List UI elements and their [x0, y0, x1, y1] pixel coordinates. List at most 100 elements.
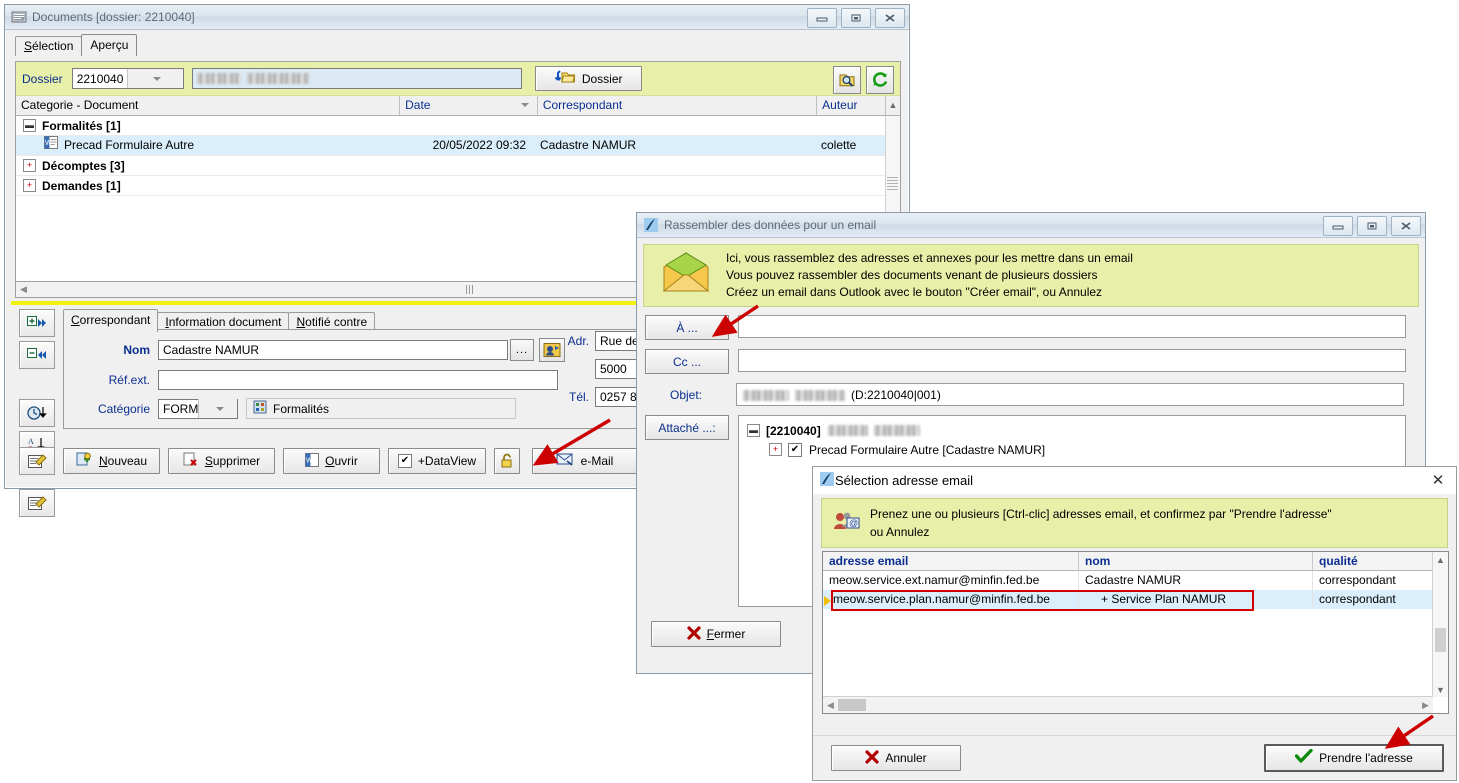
maximize-button[interactable]	[841, 8, 871, 28]
fermer-button[interactable]: Fermer	[651, 621, 781, 647]
green-check-icon	[1294, 748, 1313, 767]
supprimer-label: Supprimer	[204, 454, 261, 468]
column-header-date[interactable]: Date	[400, 96, 538, 115]
address-table-hscrollbar[interactable]: ◀ ▶	[823, 696, 1433, 713]
tab-selection[interactable]: SSélectionélection	[15, 36, 83, 56]
column-header-nom[interactable]: nom	[1079, 552, 1313, 570]
sort-descending-icon	[520, 103, 529, 107]
minimize-button[interactable]	[807, 8, 837, 28]
nom-label: Nom	[123, 343, 150, 357]
expand-icon[interactable]: +	[23, 159, 36, 172]
expand-icon[interactable]: +	[23, 179, 36, 192]
dataview-checkbox[interactable]: ✔	[397, 454, 412, 468]
annuler-button[interactable]: Annuler	[831, 745, 961, 771]
email-button[interactable]: e-Mail	[532, 448, 637, 474]
document-date: 20/05/2022 09:32	[432, 138, 526, 152]
address-titlebar[interactable]: Sélection adresse email ✕	[813, 467, 1456, 494]
expand-all-icon[interactable]	[19, 309, 55, 337]
sort-by-date-icon[interactable]	[19, 399, 55, 427]
table-row[interactable]: W Precad Formulaire Autre 20/05/2022 09:…	[16, 136, 900, 156]
supprimer-button[interactable]: Supprimer	[168, 448, 275, 474]
collapse-icon[interactable]: ▬	[747, 424, 760, 437]
gather-info-band: Ici, vous rassemblez des adresses et ann…	[643, 244, 1419, 307]
chevron-down-icon[interactable]	[198, 399, 237, 418]
scroll-left-icon[interactable]: ◀	[823, 698, 838, 713]
objet-input[interactable]: (D:2210040|001)	[736, 383, 1404, 406]
prendre-adresse-label: Prendre l'adresse	[1319, 751, 1413, 765]
scrollbar-thumb[interactable]	[838, 699, 866, 711]
table-row[interactable]: + Décomptes [3]	[16, 156, 900, 176]
column-header-date-label: Date	[405, 98, 431, 112]
close-button[interactable]	[875, 8, 905, 28]
chevron-down-icon[interactable]	[127, 69, 183, 88]
nom-browse-button[interactable]: ...	[510, 339, 534, 361]
column-header-qualite[interactable]: qualité	[1313, 552, 1435, 570]
column-header-categorie[interactable]: Categorie - Document	[16, 96, 401, 115]
email-label: e-Mail	[580, 454, 614, 468]
nouveau-button[interactable]: Nouveau	[63, 448, 160, 474]
dossier-name-field[interactable]	[191, 68, 522, 89]
redacted-text	[795, 390, 845, 401]
prendre-adresse-button[interactable]: Prendre l'adresse	[1264, 744, 1444, 772]
edit-note-icon[interactable]	[19, 489, 55, 517]
attachment-checkbox[interactable]: ✔	[788, 442, 802, 457]
attache-button[interactable]: Attaché ...:	[645, 415, 729, 440]
dataview-checkbox-button[interactable]: ✔ +DataView	[388, 448, 486, 474]
documents-titlebar[interactable]: Documents [dossier: 2210040]	[5, 5, 909, 30]
magnifier-folder-icon[interactable]	[833, 66, 861, 94]
categorie-display: Formalités	[246, 398, 516, 419]
scroll-left-icon[interactable]: ◀	[16, 282, 31, 297]
unlock-icon[interactable]	[494, 448, 520, 474]
gather-titlebar[interactable]: Rassembler des données pour un email	[637, 213, 1425, 238]
to-input[interactable]	[738, 315, 1406, 338]
categorie-combo[interactable]: FORM	[158, 398, 238, 419]
address-table-vscrollbar[interactable]: ▲ ▼	[1432, 552, 1448, 697]
minimize-button[interactable]	[1323, 216, 1353, 236]
tab-apercu[interactable]: Aperçu	[81, 34, 138, 56]
collapse-icon[interactable]: ▬	[23, 119, 36, 132]
close-icon[interactable]: ✕	[1429, 471, 1447, 489]
dossier-button[interactable]: Dossier	[534, 66, 642, 91]
column-header-correspondant[interactable]: Correspondant	[538, 96, 818, 115]
tree-root-node[interactable]: ▬ [2210040]	[745, 421, 1405, 440]
scrollbar-grip	[465, 285, 475, 294]
to-button[interactable]: À ...	[645, 315, 729, 340]
objet-label: Objet:	[669, 387, 702, 402]
tab-correspondant[interactable]: Correspondant	[63, 309, 159, 332]
scrollbar-thumb[interactable]	[887, 176, 898, 190]
refresh-icon[interactable]	[866, 66, 894, 94]
folder-open-icon	[554, 69, 576, 88]
refext-input[interactable]	[158, 370, 558, 390]
expand-icon[interactable]: +	[769, 443, 782, 456]
close-button[interactable]	[1391, 216, 1421, 236]
gather-info-line3: Créez un email dans Outlook avec le bout…	[726, 285, 1103, 299]
grid-scroll-up-icon[interactable]: ▲	[886, 96, 900, 114]
ouvrir-button[interactable]: W Ouvrir	[283, 448, 380, 474]
email-icon	[556, 452, 575, 470]
edit-note-icon[interactable]	[19, 447, 55, 475]
gather-window-controls	[1323, 216, 1421, 236]
table-row[interactable]: meow.service.plan.namur@minfin.fed.be + …	[823, 590, 1448, 609]
cc-input[interactable]	[738, 349, 1406, 372]
maximize-button[interactable]	[1357, 216, 1387, 236]
table-row[interactable]: meow.service.ext.namur@minfin.fed.be Cad…	[823, 571, 1448, 590]
cc-button[interactable]: Cc ...	[645, 349, 729, 374]
table-row[interactable]: ▬ Formalités [1]	[16, 116, 900, 136]
scroll-right-icon[interactable]: ▶	[1418, 698, 1433, 713]
svg-text:@: @	[849, 518, 858, 528]
column-header-adresse-email[interactable]: adresse email	[823, 552, 1079, 570]
column-header-auteur[interactable]: Auteur	[817, 96, 887, 115]
scroll-down-icon[interactable]: ▼	[1433, 682, 1448, 697]
add-document-icon	[76, 452, 93, 470]
collapse-all-icon[interactable]	[19, 341, 55, 369]
objet-row: Objet: (D:2210040|001)	[645, 383, 1417, 406]
scrollbar-thumb[interactable]	[1435, 628, 1446, 652]
nouveau-label: Nouveau	[98, 454, 148, 468]
nom-input[interactable]: Cadastre NAMUR	[158, 340, 508, 360]
red-x-icon	[865, 749, 879, 767]
dossier-number-combo[interactable]: 2210040	[71, 68, 184, 89]
scroll-up-icon[interactable]: ▲	[1433, 552, 1448, 567]
gather-info-line2: Vous pouvez rassembler des documents ven…	[726, 268, 1098, 282]
tree-child-node[interactable]: + ✔ Precad Formulaire Autre [Cadastre NA…	[745, 440, 1405, 459]
table-row[interactable]: + Demandes [1]	[16, 176, 900, 196]
